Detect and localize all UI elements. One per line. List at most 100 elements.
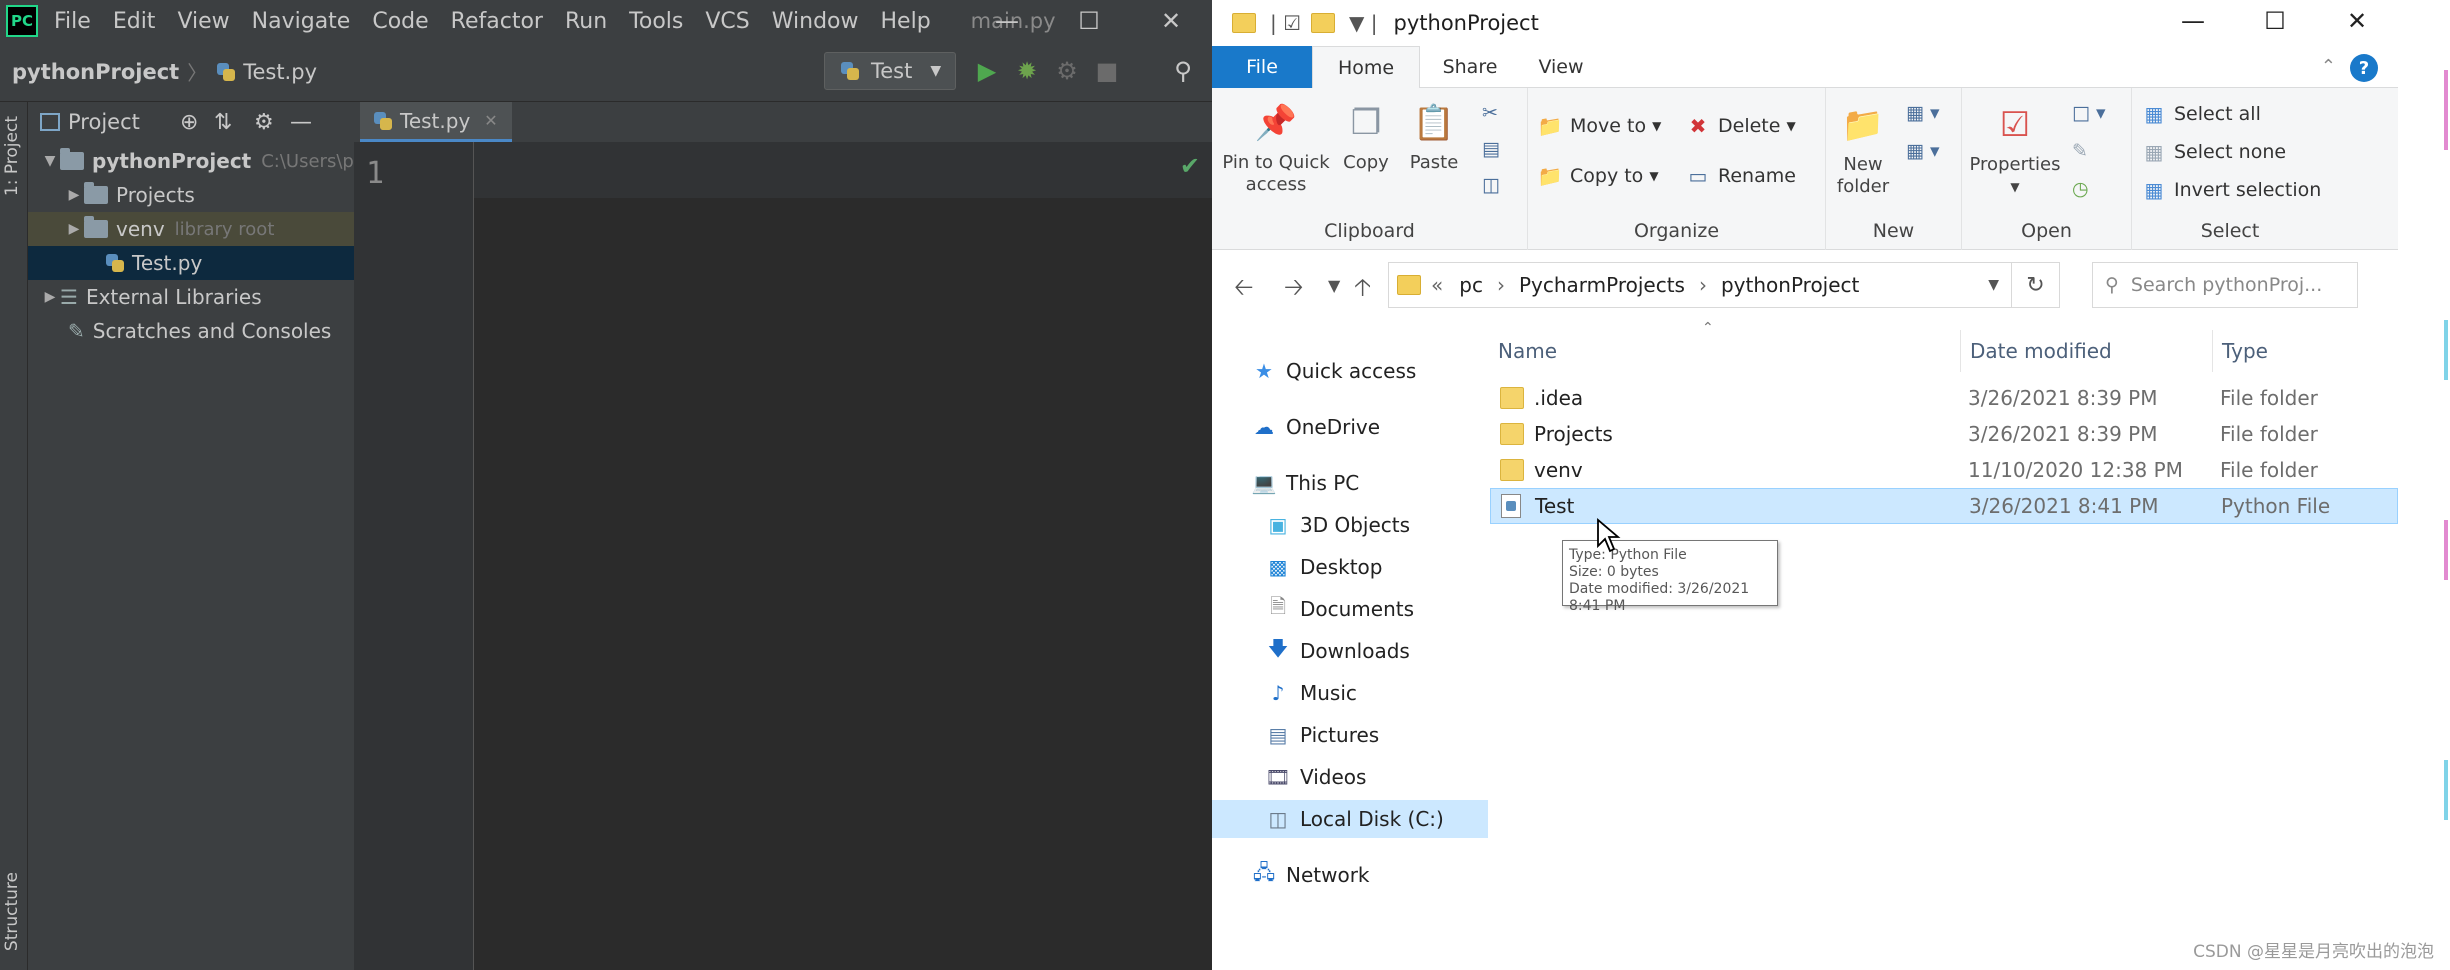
open-icon[interactable]: □ ▾ [2072,102,2106,124]
tree-item-pythonproject[interactable]: ▼ pythonProject C:\Users\p [28,144,354,178]
nav-music[interactable]: ♪ Music [1264,674,1357,712]
tree-item-scratches[interactable]: ✎ Scratches and Consoles [28,314,354,348]
project-panel-title[interactable]: Project [40,110,140,134]
address-part-pc[interactable]: pc [1459,273,1483,297]
tab-share[interactable]: Share [1424,46,1516,88]
nav-desktop[interactable]: ▩ Desktop [1264,548,1383,586]
file-row-test[interactable]: Test 3/26/2021 8:41 PM Python File [1490,488,2398,524]
address-part-pycharmprojects[interactable]: PycharmProjects [1519,273,1685,297]
nav-videos[interactable]: 🎞 Videos [1264,758,1366,796]
history-icon[interactable]: ◷ [2072,178,2089,200]
delete-button[interactable]: ✖ Delete ▼ [1686,114,1796,138]
nav-onedrive[interactable]: ☁ OneDrive [1250,408,1380,446]
tree-item-external-libraries[interactable]: ▶ ☰ External Libraries [28,280,354,314]
forward-arrow-icon[interactable]: 🡢 [1284,270,1303,311]
hide-panel-icon[interactable]: — [290,110,312,135]
structure-tool-tab[interactable]: Structure [2,872,22,951]
menu-tools[interactable]: Tools [629,9,683,34]
nav-network[interactable]: 🖧 Network [1250,856,1370,894]
rename-button[interactable]: ▭ Rename [1686,164,1796,188]
select-all-button[interactable]: ▦ Select all [2142,102,2261,126]
tab-test-py[interactable]: Test.py ✕ [360,102,512,142]
debug-icon[interactable]: ✹ [1012,56,1042,86]
menu-help[interactable]: Help [881,9,931,34]
minimize-icon[interactable]: — [966,0,1048,42]
menu-refactor[interactable]: Refactor [451,9,543,34]
properties-button[interactable]: ☑ Properties ▼ [1964,102,2066,198]
chevron-down-icon[interactable]: ▼ [1988,277,1999,293]
maximize-icon[interactable]: ☐ [2234,0,2316,42]
help-icon[interactable]: ? [2350,54,2378,82]
tab-file[interactable]: File [1212,46,1312,88]
nav-3d-objects[interactable]: ▣ 3D Objects [1264,506,1411,544]
project-tool-tab[interactable]: 1: Project [2,116,22,196]
stop-icon[interactable]: ■ [1092,56,1122,86]
collapse-all-icon[interactable]: ⇅ [214,110,232,135]
breadcrumb-file[interactable]: Test.py [215,60,317,84]
close-icon[interactable]: ✕ [1130,0,1212,42]
tab-home[interactable]: Home [1312,46,1420,88]
file-row-idea[interactable]: .idea 3/26/2021 8:39 PM File folder [1490,380,2398,416]
search-icon[interactable]: ⚲ [1168,56,1198,86]
tree-item-test-py[interactable]: Test.py [28,246,354,280]
pin-to-quick-access-button[interactable]: 📌 Pin to Quick access [1220,100,1332,196]
nav-local-disk[interactable]: ◫ Local Disk (C:) [1212,800,1488,838]
chevron-right-icon[interactable]: › [1497,273,1505,297]
file-row-venv[interactable]: venv 11/10/2020 12:38 PM File folder [1490,452,2398,488]
coverage-icon[interactable]: ⚙ [1052,56,1082,86]
address-overflow[interactable]: « [1431,273,1443,297]
menu-code[interactable]: Code [372,9,428,34]
search-input[interactable]: ⚲ Search pythonProj... [2092,262,2358,308]
menu-navigate[interactable]: Navigate [252,9,351,34]
tree-item-venv[interactable]: ▶ venv library root [28,212,354,246]
new-folder-button[interactable]: 📁 New folder [1830,102,1896,198]
menu-file[interactable]: File [54,9,91,34]
column-type[interactable]: Type [2222,330,2268,372]
column-divider[interactable] [1960,330,1961,372]
gear-icon[interactable]: ⚙ [254,110,274,135]
chevron-right-icon[interactable]: ▶ [40,289,60,305]
copy-to-button[interactable]: 📁 Copy to ▼ [1538,164,1659,188]
nav-downloads[interactable]: 🡇 Downloads [1264,632,1410,670]
run-configuration-select[interactable]: Test ▼ [824,52,956,90]
minimize-icon[interactable]: — [2152,0,2234,42]
inspection-ok-icon[interactable]: ✔ [1180,152,1200,180]
nav-quick-access[interactable]: ★ Quick access [1250,352,1416,390]
menu-run[interactable]: Run [565,9,607,34]
run-icon[interactable]: ▶ [972,56,1002,86]
recent-locations-icon[interactable]: ▼ [1328,276,1340,295]
move-to-button[interactable]: 📁 Move to ▼ [1538,114,1662,138]
address-part-pythonproject[interactable]: pythonProject [1721,273,1859,297]
nav-documents[interactable]: 🗎 Documents [1264,590,1414,628]
close-icon[interactable]: ✕ [2316,0,2398,42]
paste-shortcut-icon[interactable]: ◫ [1482,174,1500,196]
new-item-icon[interactable]: ▦ ▾ [1906,102,1940,124]
select-none-button[interactable]: ▦ Select none [2142,140,2287,164]
maximize-icon[interactable]: ☐ [1048,0,1130,42]
file-row-projects[interactable]: Projects 3/26/2021 8:39 PM File folder [1490,416,2398,452]
edit-icon[interactable]: ✎ [2072,140,2088,162]
chevron-right-icon[interactable]: ▶ [64,221,84,237]
address-bar[interactable]: « pc › PycharmProjects › pythonProject ▼ [1388,262,2012,308]
nav-this-pc[interactable]: 💻 This PC [1250,464,1360,502]
customize-toolbar-icon[interactable]: ▼ | [1349,11,1377,35]
locate-icon[interactable]: ⊕ [180,110,198,135]
up-arrow-icon[interactable]: 🡡 [1354,270,1371,311]
cut-icon[interactable]: ✂ [1482,102,1498,124]
tab-view[interactable]: View [1516,46,1606,88]
menu-view[interactable]: View [177,9,229,34]
menu-window[interactable]: Window [772,9,859,34]
copy-path-icon[interactable]: ▤ [1482,138,1500,160]
refresh-icon[interactable]: ↻ [2012,262,2060,308]
code-editor[interactable] [474,142,1212,970]
new-folder-quick-icon[interactable] [1311,13,1336,33]
close-tab-icon[interactable]: ✕ [484,111,497,130]
column-divider[interactable] [2212,330,2213,372]
paste-button[interactable]: 📋 Paste [1402,100,1466,174]
chevron-right-icon[interactable]: ▶ [64,187,84,203]
nav-pictures[interactable]: ▤ Pictures [1264,716,1380,754]
breadcrumb-project[interactable]: pythonProject [12,60,179,84]
back-arrow-icon[interactable]: 🡠 [1234,270,1253,311]
menu-vcs[interactable]: VCS [705,9,749,34]
chevron-right-icon[interactable]: › [1699,273,1707,297]
